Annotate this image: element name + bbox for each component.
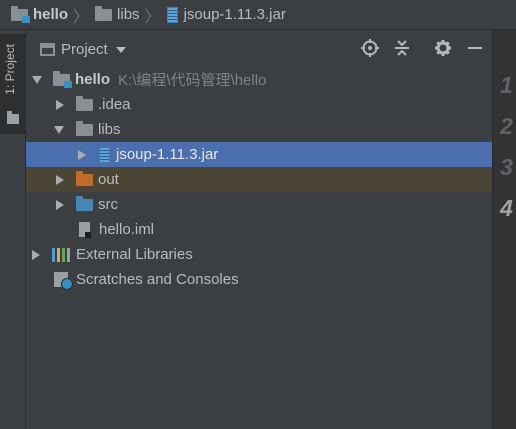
tree-label: hello.iml (99, 221, 155, 238)
collapsed-arrow-icon[interactable] (78, 149, 86, 160)
module-folder-icon (53, 70, 72, 88)
settings-gear-icon[interactable] (433, 39, 453, 59)
collapsed-arrow-icon[interactable] (56, 199, 64, 210)
folder-icon (95, 5, 113, 21)
locate-icon[interactable] (360, 39, 380, 59)
editor-area[interactable]: 1 2 3 4 (492, 30, 516, 429)
navigation-breadcrumb: hello 〉 libs 〉 jsoup-1.11.3.jar (0, 0, 516, 30)
tree-row-src[interactable]: src (26, 192, 492, 217)
collapsed-arrow-icon[interactable] (56, 174, 64, 185)
collapsed-arrow-icon[interactable] (56, 99, 64, 110)
folder-icon (76, 120, 93, 136)
tree-label: .idea (98, 96, 131, 113)
folder-icon (76, 95, 93, 111)
breadcrumb-label: libs (117, 6, 140, 23)
collapsed-arrow-icon[interactable] (32, 249, 40, 260)
project-tool-tab-label: 1: Project (3, 44, 17, 95)
breadcrumb-separator-icon: 〉 (73, 8, 90, 26)
tree-label: hello (75, 71, 111, 88)
tree-row-idea[interactable]: .idea (26, 92, 492, 117)
project-tool-icon (7, 111, 19, 124)
breadcrumb-item-jar[interactable]: jsoup-1.11.3.jar (166, 0, 286, 30)
excluded-folder-icon (76, 170, 93, 186)
left-tool-strip: 1: Project (0, 30, 26, 429)
jar-icon (99, 146, 110, 163)
breadcrumb-item-hello[interactable]: hello (11, 0, 68, 30)
collapse-all-icon[interactable] (392, 39, 412, 59)
tree-row-external-libraries[interactable]: External Libraries (26, 242, 492, 267)
chevron-down-icon[interactable] (115, 47, 126, 53)
tree-row-libs[interactable]: libs (26, 117, 492, 142)
tree-row-hello[interactable]: hello K:\编程\代码管理\hello (26, 67, 492, 92)
line-number-gutter: 1 2 3 4 (493, 30, 516, 429)
breadcrumb-item-libs[interactable]: libs (95, 0, 140, 30)
tree-label: External Libraries (76, 246, 193, 263)
tree-label: src (98, 196, 118, 213)
tree-row-scratches[interactable]: Scratches and Consoles (26, 267, 492, 292)
project-panel-header: Project (26, 34, 492, 64)
current-line-number: 4 (500, 195, 513, 221)
iml-file-icon (79, 222, 91, 238)
project-tool-tab[interactable]: 1: Project (0, 34, 25, 134)
tree-row-jar[interactable]: jsoup-1.11.3.jar (26, 142, 492, 167)
expand-arrow-icon[interactable] (54, 125, 64, 134)
line-number: 2 (500, 113, 513, 139)
tree-label: libs (98, 121, 121, 138)
jar-icon (166, 6, 178, 23)
project-panel: Project hello K:\编程\代码管理\hello .idea lib… (26, 30, 492, 429)
tree-row-iml[interactable]: hello.iml (26, 217, 492, 242)
scratches-icon (54, 272, 73, 290)
libraries-icon (52, 247, 70, 262)
module-folder-icon (11, 5, 30, 23)
breadcrumb-label: hello (33, 6, 69, 23)
tree-label: jsoup-1.11.3.jar (116, 146, 219, 163)
line-number: 1 (500, 72, 513, 98)
tree-row-out[interactable]: out (26, 167, 492, 192)
module-path: K:\编程\代码管理\hello (118, 72, 267, 89)
breadcrumb-separator-icon: 〉 (144, 8, 161, 26)
project-view-icon (40, 42, 55, 56)
hide-panel-icon[interactable] (465, 39, 485, 59)
expand-arrow-icon[interactable] (32, 75, 42, 84)
breadcrumb-label: jsoup-1.11.3.jar (183, 6, 286, 23)
line-number: 3 (500, 154, 513, 180)
project-view-selector[interactable]: Project (61, 41, 108, 58)
tree-label: Scratches and Consoles (76, 271, 239, 288)
tree-label: out (98, 171, 119, 188)
source-folder-icon (76, 195, 93, 211)
